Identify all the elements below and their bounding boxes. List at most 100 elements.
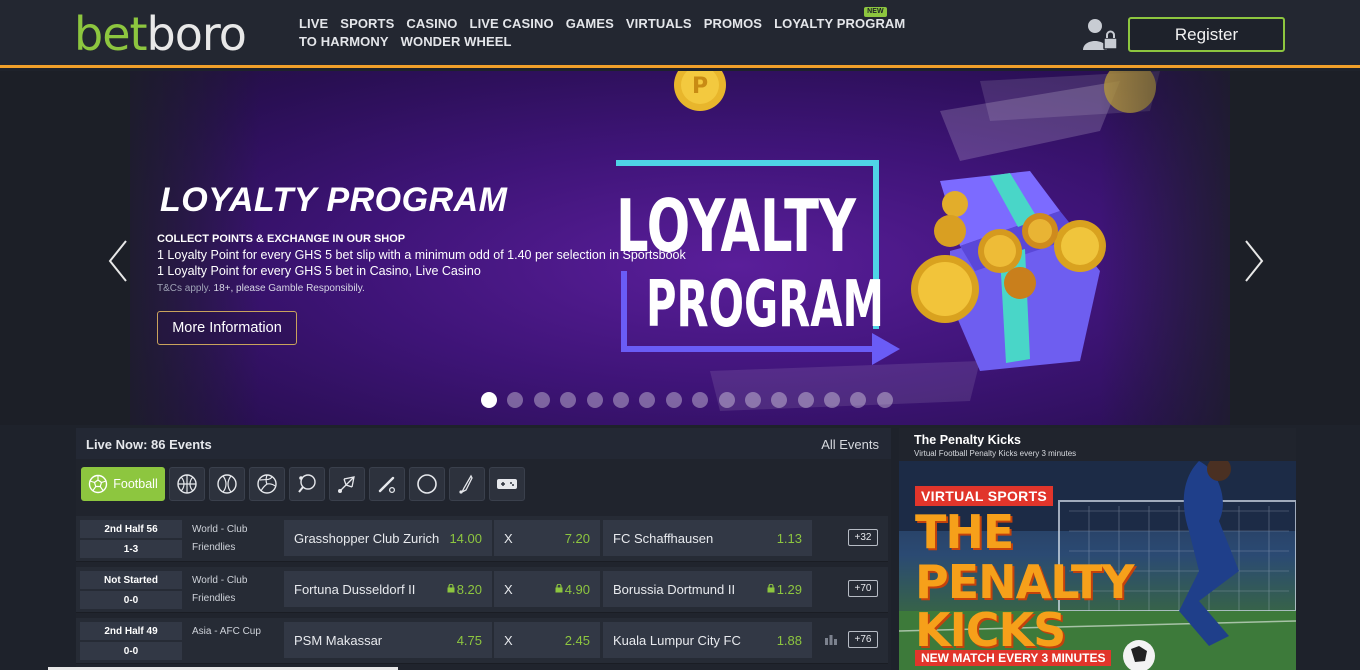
match-row[interactable]: 2nd Half 49 0-0 Asia - AFC Cup PSM Makassar… xyxy=(76,618,888,664)
cricket-icon xyxy=(459,474,473,494)
sport-tab-tennis[interactable] xyxy=(209,467,245,501)
penalty-headline-3: KICKS xyxy=(915,603,1066,657)
sport-tab-ice-hockey[interactable] xyxy=(409,467,445,501)
draw-odd: 4.90 xyxy=(555,582,590,597)
brand-logo[interactable]: betboro xyxy=(74,7,247,61)
nav-wonder-wheel[interactable]: WONDER WHEEL xyxy=(401,34,512,50)
logo-boro: boro xyxy=(146,7,247,61)
carousel-dot[interactable] xyxy=(824,392,841,408)
carousel-dot[interactable] xyxy=(612,392,629,408)
terms-link[interactable]: T&Cs apply. xyxy=(157,283,211,294)
lock-icon xyxy=(555,583,563,592)
nav-games[interactable]: GAMES xyxy=(566,16,614,32)
more-markets-button[interactable]: +32 xyxy=(848,529,878,546)
carousel-dot[interactable] xyxy=(876,392,893,408)
nav-loyalty-program[interactable]: LOYALTY PROGRAM NEW xyxy=(774,7,905,32)
league-name: Friendlies xyxy=(192,593,236,604)
baseball-icon xyxy=(378,476,396,494)
virtual-sports-tag: VIRTUAL SPORTS xyxy=(915,486,1054,506)
all-events-link[interactable]: All Events xyxy=(821,437,879,452)
chevron-right-icon[interactable] xyxy=(1242,239,1266,283)
carousel-dot[interactable] xyxy=(639,392,656,408)
carousel-dot[interactable] xyxy=(744,392,761,408)
logo-bet: bet xyxy=(74,7,148,61)
carousel-dot[interactable] xyxy=(481,392,497,408)
banner-fade-right xyxy=(1100,71,1360,425)
sport-tab-baseball[interactable] xyxy=(369,467,405,501)
home-odd: 14.00 xyxy=(449,531,482,546)
sport-tab-table-tennis[interactable] xyxy=(289,467,325,501)
nav-to-harmony[interactable]: TO HARMONY xyxy=(299,34,389,50)
user-lock-icon[interactable] xyxy=(1080,16,1120,52)
draw-odd-value: 4.90 xyxy=(564,581,590,597)
promo-banner: P LOYALTY PROGRAM LOYALTY PROGRAM COLLEC… xyxy=(0,71,1360,425)
carousel-dot[interactable] xyxy=(797,392,814,408)
carousel-dot[interactable] xyxy=(665,392,682,408)
carousel-dot[interactable] xyxy=(718,392,735,408)
away-team: Kuala Lumpur City FC xyxy=(613,632,741,648)
chevron-left-icon[interactable] xyxy=(106,239,130,283)
home-odd-button[interactable]: Fortuna Dusseldorf II 8.20 xyxy=(284,571,492,607)
carousel-dot[interactable] xyxy=(692,392,709,408)
draw-odd-button[interactable]: X 4.90 xyxy=(494,571,600,607)
sport-tab-football[interactable]: Football xyxy=(81,467,165,501)
home-odd-value: 4.75 xyxy=(456,632,482,648)
away-odd-button[interactable]: FC Schaffhausen 1.13 xyxy=(603,520,812,556)
sport-filter-bar: Football xyxy=(81,467,525,501)
register-button[interactable]: Register xyxy=(1128,17,1285,52)
nav-live-casino[interactable]: LIVE CASINO xyxy=(470,16,554,32)
sport-tab-cricket[interactable] xyxy=(449,467,485,501)
nav-casino[interactable]: CASINO xyxy=(406,16,457,32)
carousel-dot[interactable] xyxy=(507,392,524,408)
carousel-dot[interactable] xyxy=(771,392,788,408)
away-odd-button[interactable]: Borussia Dortmund II 1.29 xyxy=(603,571,812,607)
match-league: World - Club Friendlies xyxy=(192,572,272,608)
nav-promos[interactable]: PROMOS xyxy=(704,16,762,32)
carousel-dot[interactable] xyxy=(850,392,867,408)
away-odd-button[interactable]: Kuala Lumpur City FC 1.88 xyxy=(603,622,812,658)
draw-label: X xyxy=(504,530,513,546)
home-odd: 8.20 xyxy=(447,582,482,597)
sport-tab-basketball[interactable] xyxy=(169,467,205,501)
sport-tab-football-label: Football xyxy=(113,477,158,491)
league-region: World - Club xyxy=(192,524,248,535)
home-team: Grasshopper Club Zurich xyxy=(294,530,440,546)
away-odd-value: 1.88 xyxy=(776,632,802,648)
home-odd-button[interactable]: Grasshopper Club Zurich 14.00 xyxy=(284,520,492,556)
tennis-icon xyxy=(217,474,237,494)
draw-odd-value: 7.20 xyxy=(564,530,590,546)
draw-odd-button[interactable]: X 2.45 xyxy=(494,622,600,658)
nav-virtuals[interactable]: VIRTUALS xyxy=(626,16,692,32)
penalty-kicks-banner[interactable]: VIRTUAL SPORTS THE PENALTY KICKS NEW MAT… xyxy=(899,461,1296,670)
home-odd-button[interactable]: PSM Makassar 4.75 xyxy=(284,622,492,658)
penalty-kicks-panel: The Penalty Kicks Virtual Football Penal… xyxy=(899,428,1296,670)
stats-icon[interactable] xyxy=(824,633,838,645)
sport-tab-badminton[interactable] xyxy=(329,467,365,501)
match-league: Asia - AFC Cup xyxy=(192,623,272,641)
match-row[interactable]: 2nd Half 56 1-3 World - Club Friendlies Gras… xyxy=(76,516,888,562)
match-row[interactable]: Not Started 0-0 World - Club Friendlies Fort… xyxy=(76,567,888,613)
nav-live[interactable]: LIVE xyxy=(299,16,328,32)
more-information-button[interactable]: More Information xyxy=(157,311,297,345)
penalty-title: The Penalty Kicks xyxy=(914,433,1021,447)
draw-odd-button[interactable]: X 7.20 xyxy=(494,520,600,556)
penalty-headline-2: PENALTY xyxy=(915,555,1135,609)
sport-tab-esports[interactable] xyxy=(489,467,525,501)
banner-title: LOYALTY PROGRAM xyxy=(160,181,508,219)
more-markets-button[interactable]: +76 xyxy=(848,631,878,648)
art-title-line2: PROGRAM xyxy=(646,268,884,342)
carousel-dot[interactable] xyxy=(533,392,550,408)
terms-text: 18+, please Gamble Responsibily. xyxy=(213,283,365,294)
carousel-dot[interactable] xyxy=(586,392,603,408)
carousel-dots xyxy=(481,392,893,408)
nav-sports[interactable]: SPORTS xyxy=(340,16,394,32)
main-nav: LIVE SPORTS CASINO LIVE CASINO GAMES VIR… xyxy=(299,7,979,50)
match-status: 2nd Half 56 1-3 xyxy=(80,520,182,558)
draw-odd: 7.20 xyxy=(565,531,590,546)
sport-tab-volleyball[interactable] xyxy=(249,467,285,501)
badminton-icon xyxy=(338,476,355,493)
live-events-title: Live Now: 86 Events xyxy=(86,437,212,452)
more-markets-button[interactable]: +70 xyxy=(848,580,878,597)
away-team: FC Schaffhausen xyxy=(613,530,714,546)
carousel-dot[interactable] xyxy=(560,392,577,408)
